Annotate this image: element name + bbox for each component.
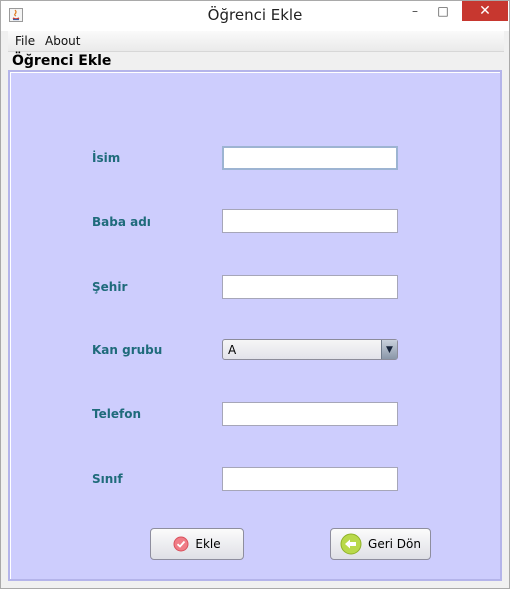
- minimize-icon: –: [412, 4, 418, 18]
- add-button[interactable]: Ekle: [150, 528, 244, 560]
- checkmark-circle-icon: [173, 536, 189, 552]
- menu-about[interactable]: About: [45, 34, 80, 48]
- name-label: İsim: [92, 151, 121, 165]
- maximize-button[interactable]: □: [429, 1, 457, 21]
- blood-group-select[interactable]: A ▼: [222, 339, 398, 360]
- menu-file[interactable]: File: [15, 34, 35, 48]
- title-bar: Öğrenci Ekle – □ ✕: [1, 1, 509, 31]
- panel-title: Öğrenci Ekle: [12, 53, 112, 69]
- name-input[interactable]: [222, 146, 398, 170]
- city-input[interactable]: [222, 275, 398, 299]
- arrow-left-circle-icon: [340, 533, 362, 555]
- father-name-input[interactable]: [222, 209, 398, 233]
- chevron-down-icon[interactable]: ▼: [381, 340, 397, 359]
- back-button-label: Geri Dön: [368, 537, 421, 551]
- menu-bar: File About: [8, 31, 504, 52]
- father-name-label: Baba adı: [92, 215, 151, 229]
- class-label: Sınıf: [92, 472, 123, 486]
- add-button-label: Ekle: [195, 537, 221, 551]
- back-button[interactable]: Geri Dön: [330, 528, 431, 560]
- city-label: Şehir: [92, 280, 128, 294]
- close-icon: ✕: [479, 3, 491, 19]
- phone-label: Telefon: [92, 407, 141, 421]
- close-button[interactable]: ✕: [462, 1, 508, 21]
- phone-input[interactable]: [222, 402, 398, 426]
- class-input[interactable]: [222, 467, 398, 491]
- blood-group-selected-value: A: [228, 343, 237, 357]
- blood-group-label: Kan grubu: [92, 343, 163, 357]
- maximize-icon: □: [437, 4, 449, 18]
- minimize-button[interactable]: –: [401, 1, 429, 21]
